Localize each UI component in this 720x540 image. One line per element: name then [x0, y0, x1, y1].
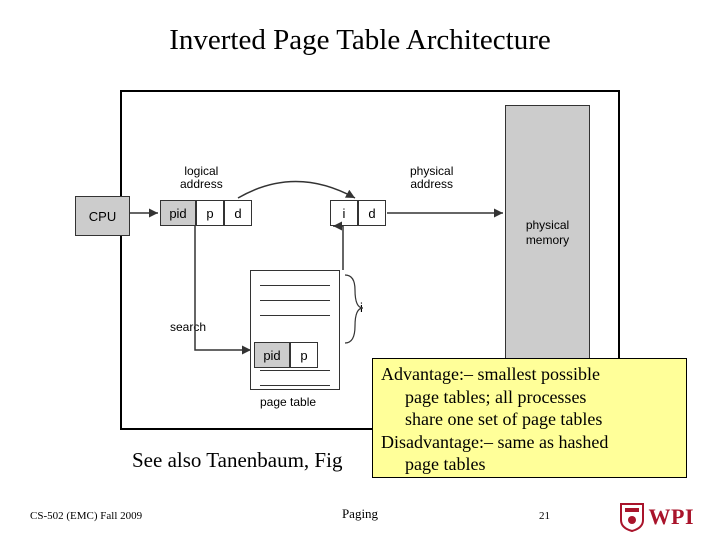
- note-line: share one set of page tables: [381, 408, 678, 431]
- table-row: [260, 285, 330, 286]
- table-row: [260, 300, 330, 301]
- logical-address-label: logical address: [180, 165, 223, 191]
- cpu-box: CPU: [75, 196, 130, 236]
- cell-d2: d: [358, 200, 386, 226]
- page-table-box: [250, 270, 340, 390]
- cell-pid: pid: [160, 200, 196, 226]
- table-row: [260, 385, 330, 386]
- slide-number: 21: [539, 510, 550, 522]
- note-line: page tables: [381, 453, 678, 476]
- note-line: Advantage:– smallest possible: [381, 363, 678, 386]
- advantage-note: Advantage:– smallest possible page table…: [372, 358, 687, 478]
- see-also-text: See also Tanenbaum, Fig: [132, 448, 342, 473]
- table-row: [260, 370, 330, 371]
- i-brace-label: i: [360, 300, 363, 315]
- page-table-label: page table: [260, 395, 316, 409]
- table-row: [260, 315, 330, 316]
- cell-p: p: [196, 200, 224, 226]
- cell-d: d: [224, 200, 252, 226]
- slide-title: Inverted Page Table Architecture: [0, 24, 720, 57]
- cell-i: i: [330, 200, 358, 226]
- wpi-logo: WPI: [619, 502, 695, 532]
- physical-address-label: physical address: [410, 165, 453, 191]
- footer-topic: Paging: [0, 506, 720, 522]
- shield-icon: [619, 502, 645, 532]
- note-line: page tables; all processes: [381, 386, 678, 409]
- search-label: search: [170, 320, 206, 334]
- table-cell-pid: pid: [254, 342, 290, 368]
- table-cell-p: p: [290, 342, 318, 368]
- physical-memory-box: physical memory: [505, 105, 590, 360]
- logo-text: WPI: [649, 504, 695, 530]
- note-line: Disadvantage:– same as hashed: [381, 431, 678, 454]
